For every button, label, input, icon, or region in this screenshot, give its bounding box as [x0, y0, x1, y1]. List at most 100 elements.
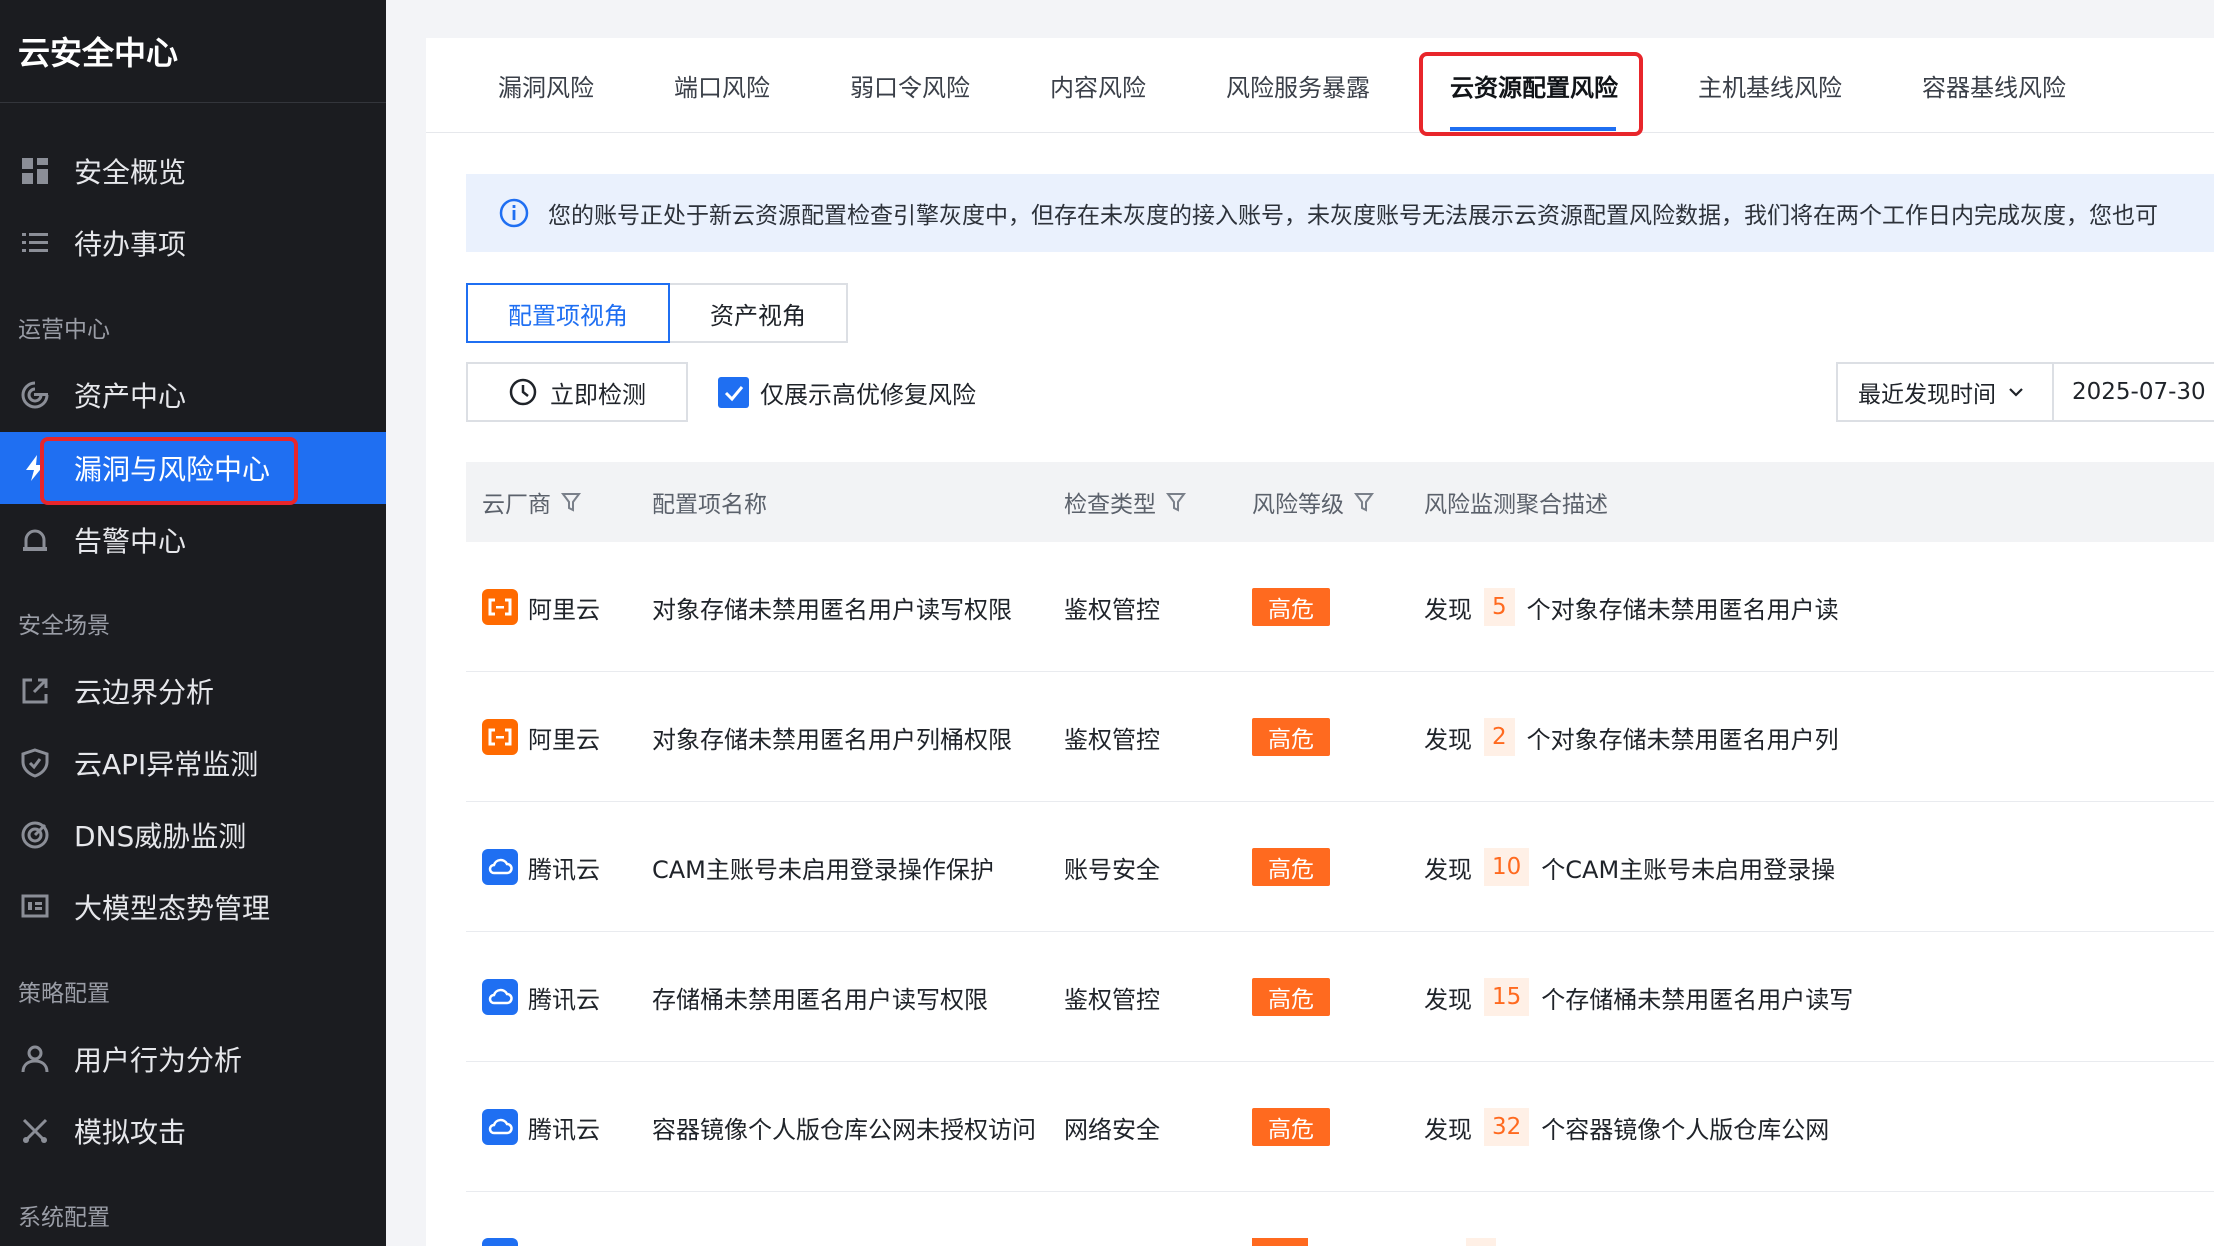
cell-description: 发现 2 个对象存储未禁用匿名用户列 [1424, 672, 2214, 802]
table-row-partial [466, 1238, 2214, 1246]
list-icon [18, 226, 52, 260]
alarm-icon [18, 523, 52, 557]
table-row[interactable]: 腾讯云 存储桶未禁用匿名用户读写权限 鉴权管控 高危 发现 15 个存储桶未禁用匿名用户读写 [466, 932, 2214, 1062]
asset-view-toggle[interactable]: 资产视角 [670, 283, 848, 343]
sidebar-item-label: 告警中心 [74, 525, 187, 558]
table-row[interactable]: 腾讯云 CAM主账号未启用登录操作保护 账号安全 高危 发现 10 个CAM主账号未启用登录… [466, 802, 2214, 932]
sidebar-item-api-monitor[interactable]: 云API异常监测 [0, 727, 386, 799]
sidebar-item-label: 云API异常监测 [74, 748, 259, 781]
config-view-toggle[interactable]: 配置项视角 [466, 283, 670, 343]
cell-config-name[interactable]: 容器镜像个人版仓库公网未授权访问 [652, 1062, 1036, 1192]
sidebar-item-boundary-analysis[interactable]: 云边界分析 [0, 655, 386, 727]
aliyun-logo-icon [482, 719, 518, 755]
sort-select[interactable]: 最近发现时间 [1836, 362, 2054, 422]
cell-vendor: 腾讯云 [482, 1062, 600, 1192]
tab-vuln-risk[interactable]: 漏洞风险 [498, 38, 594, 133]
tab-container-baseline-risk[interactable]: 容器基线风险 [1922, 38, 2066, 133]
tab-weak-password-risk[interactable]: 弱口令风险 [850, 38, 970, 133]
tab-port-risk[interactable]: 端口风险 [674, 38, 770, 133]
risk-count-badge[interactable]: 32 [1484, 1108, 1530, 1146]
header-check-type[interactable]: 检查类型 [1064, 462, 1186, 542]
cell-check-type: 鉴权管控 [1064, 725, 1160, 754]
nav-group-operations: 运营中心 [18, 317, 110, 343]
user-icon [18, 1042, 52, 1076]
sidebar-item-label: 安全概览 [74, 156, 187, 189]
filter-icon[interactable] [1166, 491, 1186, 513]
sidebar-item-label: 待办事项 [74, 228, 187, 261]
high-priority-label: 仅展示高优修复风险 [760, 381, 976, 409]
cell-config-name[interactable]: 对象存储未禁用匿名用户列桶权限 [652, 672, 1012, 802]
header-description: 风险监测聚合描述 [1424, 492, 1608, 518]
asset-icon [18, 378, 52, 412]
cell-config-name[interactable]: 对象存储未禁用匿名用户读写权限 [652, 542, 1012, 672]
tencent-cloud-logo-icon [482, 1109, 518, 1145]
sidebar-item-dns-monitor[interactable]: DNS威胁监测 [0, 799, 386, 871]
risk-tabs: 漏洞风险 端口风险 弱口令风险 内容风险 风险服务暴露 云资源配置风险 主机基线… [426, 38, 2214, 136]
detect-now-button[interactable]: 立即检测 [466, 362, 688, 422]
filter-icon[interactable] [561, 491, 581, 513]
filter-icon[interactable] [1354, 491, 1374, 513]
highlight-box-sidebar [40, 437, 298, 505]
risk-level-badge: 高危 [1252, 978, 1330, 1016]
sidebar-item-llm-posture[interactable]: 大模型态势管理 [0, 871, 386, 943]
tab-host-baseline-risk[interactable]: 主机基线风险 [1698, 38, 1842, 133]
cell-check-type: 鉴权管控 [1064, 985, 1160, 1014]
table-row[interactable]: 阿里云 对象存储未禁用匿名用户列桶权限 鉴权管控 高危 发现 2 个对象存储未禁用匿名用户列 [466, 672, 2214, 802]
gray-release-notice: 您的账号正处于新云资源配置检查引擎灰度中，但存在未灰度的接入账号，未灰度账号无法… [466, 174, 2214, 252]
cell-check-type: 网络安全 [1064, 1115, 1160, 1144]
nav-group-policy: 策略配置 [18, 981, 110, 1007]
sidebar-item-overview[interactable]: 安全概览 [0, 135, 386, 207]
info-icon [498, 197, 530, 229]
cell-risk-level: 高危 [1252, 932, 1330, 1062]
risk-level-badge: 高危 [1252, 848, 1330, 886]
tab-content-risk[interactable]: 内容风险 [1050, 38, 1146, 133]
date-range-input[interactable]: 2025-07-30 1 [2052, 362, 2214, 422]
sidebar-item-label: 资产中心 [74, 380, 187, 413]
shield-icon [18, 746, 52, 780]
risk-count-badge[interactable]: 10 [1484, 848, 1530, 886]
risk-level-badge: 高危 [1252, 718, 1330, 756]
dashboard-icon [18, 154, 52, 188]
header-risk-level[interactable]: 风险等级 [1252, 462, 1374, 542]
tab-service-exposure[interactable]: 风险服务暴露 [1226, 38, 1370, 133]
radar-icon [18, 818, 52, 852]
header-config-name: 配置项名称 [652, 492, 767, 518]
cell-description: 发现 15 个存储桶未禁用匿名用户读写 [1424, 932, 2214, 1062]
cell-risk-level: 高危 [1252, 542, 1330, 672]
cell-config-name[interactable]: 存储桶未禁用匿名用户读写权限 [652, 932, 988, 1062]
sidebar-item-assets[interactable]: 资产中心 [0, 359, 386, 431]
nav-group-scenarios: 安全场景 [18, 613, 110, 639]
cell-description: 发现 10 个CAM主账号未启用登录操 [1424, 802, 2214, 932]
high-priority-checkbox[interactable] [718, 377, 749, 408]
table-header: 云厂商 配置项名称 检查类型 风险等级 风险监测聚合描述 [466, 462, 2214, 542]
sidebar-item-label: 云边界分析 [74, 676, 215, 709]
cell-description: 发现 5 个对象存储未禁用匿名用户读 [1424, 542, 2214, 672]
cell-description: 发现 32 个容器镜像个人版仓库公网 [1424, 1062, 2214, 1192]
tencent-cloud-logo-icon [482, 849, 518, 885]
nav-group-system: 系统配置 [18, 1205, 110, 1231]
model-icon [18, 890, 52, 924]
cell-risk-level: 高危 [1252, 1062, 1330, 1192]
cell-config-name[interactable]: CAM主账号未启用登录操作保护 [652, 802, 994, 932]
detect-now-label: 立即检测 [550, 380, 646, 409]
risk-count-badge[interactable]: 2 [1484, 718, 1515, 756]
sidebar-item-alarms[interactable]: 告警中心 [0, 504, 386, 576]
clock-icon [508, 377, 538, 407]
cell-risk-level: 高危 [1252, 802, 1330, 932]
table-row[interactable]: 阿里云 对象存储未禁用匿名用户读写权限 鉴权管控 高危 发现 5 个对象存储未禁用匿名用户读 [466, 542, 2214, 672]
sidebar-item-label: DNS威胁监测 [74, 820, 247, 853]
sidebar-item-todo[interactable]: 待办事项 [0, 207, 386, 279]
sidebar-item-user-behavior[interactable]: 用户行为分析 [0, 1023, 386, 1095]
cell-vendor: 阿里云 [482, 672, 600, 802]
cell-risk-level: 高危 [1252, 672, 1330, 802]
cell-vendor: 腾讯云 [482, 802, 600, 932]
tencent-cloud-logo-icon [482, 979, 518, 1015]
cell-check-type: 账号安全 [1064, 855, 1160, 884]
external-link-icon [18, 674, 52, 708]
header-vendor[interactable]: 云厂商 [482, 462, 581, 542]
risk-count-badge[interactable]: 5 [1484, 588, 1515, 626]
risk-count-badge[interactable]: 15 [1484, 978, 1530, 1016]
brand-title: 云安全中心 [0, 0, 386, 103]
table-row[interactable]: 腾讯云 容器镜像个人版仓库公网未授权访问 网络安全 高危 发现 32 个容器镜像个人版仓库公… [466, 1062, 2214, 1192]
sidebar-item-simulated-attack[interactable]: 模拟攻击 [0, 1095, 386, 1167]
